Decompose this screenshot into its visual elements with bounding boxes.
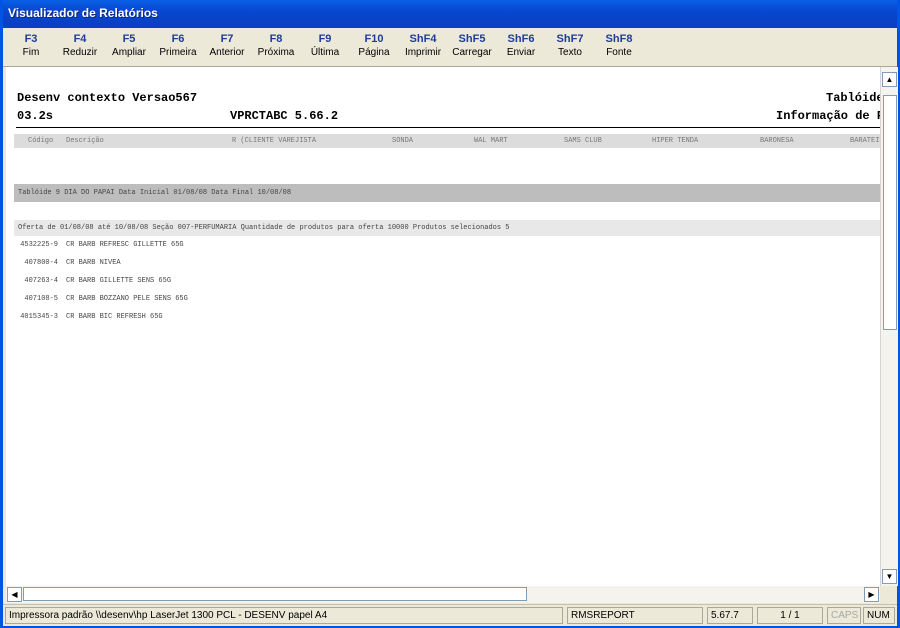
report-page: Desenv contexto Versao567 Tablóide 03.2s… <box>6 67 880 586</box>
shf8-font-button[interactable]: ShF8 Fonte <box>596 32 642 64</box>
tabloide-info-text: Tablóide 9 DIA DO PAPAI Data Inicial 01/… <box>18 189 292 197</box>
column-hiper-tenda: HIPER TENDA <box>652 137 699 145</box>
title-bar[interactable]: Visualizador de Relatórios <box>3 0 897 28</box>
key-label: F4 <box>73 33 87 45</box>
product-description: CR BARB REFRESC GILLETTE 65G <box>66 241 184 249</box>
module-status: RMSREPORT <box>567 607 703 624</box>
key-label: F5 <box>122 33 136 45</box>
f10-page-button[interactable]: F10 Página <box>351 32 397 64</box>
report-context-title: Desenv contexto Versao567 <box>17 91 198 105</box>
shf4-print-button[interactable]: ShF4 Imprimir <box>400 32 446 64</box>
key-label: F6 <box>171 33 185 45</box>
offer-info-text: Oferta de 01/08/08 até 10/08/08 Seção 00… <box>18 224 510 232</box>
button-label: Imprimir <box>404 47 442 58</box>
button-label: Texto <box>558 47 582 58</box>
vertical-scrollbar[interactable]: ▲ ▼ <box>880 67 898 586</box>
header-divider <box>16 127 880 128</box>
product-description: CR BARB NIVEA <box>66 259 121 267</box>
report-name-header: Tablóide <box>826 91 880 105</box>
report-program-version: VPRCTABC 5.66.2 <box>230 109 339 123</box>
f9-last-page-button[interactable]: F9 Última <box>302 32 348 64</box>
product-row: 407263-4 CR BARB GILLETTE SENS 65G <box>6 277 171 285</box>
product-row: 4532225-9 CR BARB REFRESC GILLETTE 65G <box>6 241 184 249</box>
version-status: 5.67.7 <box>707 607 753 624</box>
product-description: CR BARB GILLETTE SENS 65G <box>66 277 172 285</box>
key-label: ShF4 <box>409 33 437 45</box>
tabloide-info-bar: Tablóide 9 DIA DO PAPAI Data Inicial 01/… <box>14 184 880 202</box>
column-wal-mart: WAL MART <box>474 137 508 145</box>
report-time: 03.2s <box>17 109 54 123</box>
scroll-left-icon[interactable]: ◀ <box>7 587 22 602</box>
page-indicator: 1 / 1 <box>757 607 823 624</box>
product-code: 407108-5 <box>24 295 58 303</box>
offer-info-bar: Oferta de 01/08/08 até 10/08/08 Seção 00… <box>14 220 880 236</box>
product-row: 407108-5 CR BARB BOZZANO PELE SENS 65G <box>6 295 188 303</box>
button-label: Primeira <box>159 47 197 58</box>
report-viewer-window: Visualizador de Relatórios F3 Fim F4 Reduz… <box>0 0 900 628</box>
caps-lock-indicator: CAPS <box>827 607 861 624</box>
button-label: Anterior <box>209 47 245 58</box>
status-bar: Impressora padrão \\desenv\hp LaserJet 1… <box>3 604 897 626</box>
f7-previous-page-button[interactable]: F7 Anterior <box>204 32 250 64</box>
shf5-load-button[interactable]: ShF5 Carregar <box>449 32 495 64</box>
key-label: F3 <box>24 33 38 45</box>
column-header-bar: Código Descrição R (CLIENTE VAREJISTA SO… <box>14 134 880 148</box>
key-label: ShF5 <box>458 33 486 45</box>
column-baronesa: BARONESA <box>760 137 794 145</box>
product-row: 4015345-3 CR BARB BIC REFRESH 65G <box>6 313 163 321</box>
window-title: Visualizador de Relatórios <box>8 6 158 20</box>
column-sonda: SONDA <box>392 137 414 145</box>
horizontal-scrollbar[interactable]: ◀ ▶ <box>6 586 880 603</box>
f4-reduce-button[interactable]: F4 Reduzir <box>57 32 103 64</box>
key-label: F8 <box>269 33 283 45</box>
button-label: Fim <box>22 47 40 58</box>
printer-status: Impressora padrão \\desenv\hp LaserJet 1… <box>5 607 563 624</box>
button-label: Fonte <box>606 47 632 58</box>
button-label: Ampliar <box>112 47 146 58</box>
column-barateiro: BARATEIR <box>850 137 880 145</box>
report-info-header: Informação de P <box>776 109 880 123</box>
product-description: CR BARB BIC REFRESH 65G <box>66 313 163 321</box>
shf6-send-button[interactable]: ShF6 Enviar <box>498 32 544 64</box>
product-code: 407800-4 <box>24 259 58 267</box>
product-row: 407800-4 CR BARB NIVEA <box>6 259 121 267</box>
button-label: Página <box>358 47 390 58</box>
button-label: Última <box>310 47 340 58</box>
f5-enlarge-button[interactable]: F5 Ampliar <box>106 32 152 64</box>
key-label: F10 <box>364 33 384 45</box>
f3-end-button[interactable]: F3 Fim <box>8 32 54 64</box>
key-label: F9 <box>318 33 332 45</box>
key-label: ShF7 <box>556 33 584 45</box>
scroll-down-icon[interactable]: ▼ <box>882 569 897 584</box>
key-label: ShF8 <box>605 33 633 45</box>
num-lock-indicator: NUM <box>863 607 895 624</box>
horizontal-scroll-thumb[interactable] <box>23 587 527 601</box>
column-codigo: Código <box>28 137 54 145</box>
product-code: 4532225-9 <box>20 241 58 249</box>
f6-first-page-button[interactable]: F6 Primeira <box>155 32 201 64</box>
product-code: 4015345-3 <box>20 313 58 321</box>
vertical-scroll-thumb[interactable] <box>883 95 897 330</box>
column-sams-club: SAMS CLUB <box>564 137 602 145</box>
column-cliente-varejista: R (CLIENTE VAREJISTA <box>232 137 317 145</box>
column-descricao: Descrição <box>66 137 104 145</box>
button-label: Carregar <box>452 47 492 58</box>
button-label: Próxima <box>257 47 295 58</box>
scroll-up-icon[interactable]: ▲ <box>882 72 897 87</box>
product-description: CR BARB BOZZANO PELE SENS 65G <box>66 295 188 303</box>
button-label: Reduzir <box>62 47 98 58</box>
shf7-text-button[interactable]: ShF7 Texto <box>547 32 593 64</box>
f8-next-page-button[interactable]: F8 Próxima <box>253 32 299 64</box>
function-key-toolbar: F3 Fim F4 Reduzir F5 Ampliar F6 Primeira F7 A… <box>3 28 897 67</box>
key-label: F7 <box>220 33 234 45</box>
button-label: Enviar <box>506 47 536 58</box>
scroll-right-icon[interactable]: ▶ <box>864 587 879 602</box>
resize-grip-icon[interactable] <box>880 586 897 603</box>
key-label: ShF6 <box>507 33 535 45</box>
product-code: 407263-4 <box>24 277 58 285</box>
